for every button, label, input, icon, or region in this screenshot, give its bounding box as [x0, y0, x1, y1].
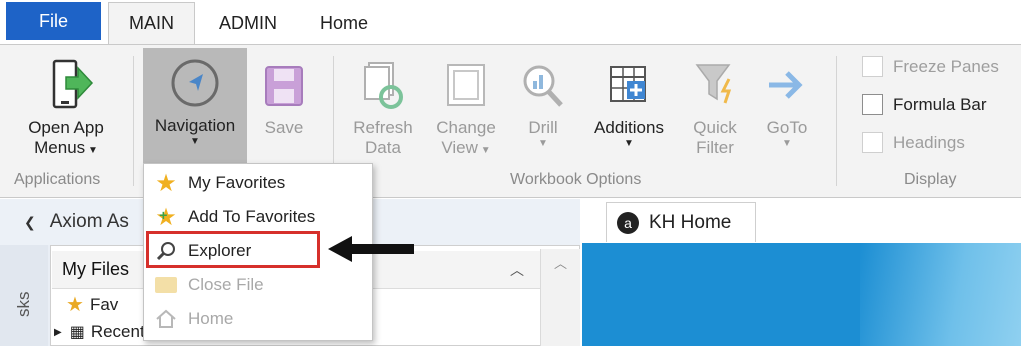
menu-item-add-to-favorites[interactable]: ★ + Add To Favorites [144, 200, 372, 234]
group-label-display: Display [904, 171, 957, 188]
axiom-logo-icon: a [617, 211, 639, 234]
formula-bar-checkbox[interactable]: Formula Bar [862, 94, 987, 115]
change-view-label-2: View [441, 138, 478, 157]
menu-item-label: Home [188, 309, 234, 328]
star-add-icon: ★ + [155, 203, 177, 231]
my-files-title: My Files [62, 259, 129, 279]
vertical-tab-strip: sks [0, 245, 48, 346]
tree-item-favorites[interactable]: ★ Fav [66, 292, 118, 317]
star-icon: ★ [66, 294, 84, 316]
save-label: Save [264, 118, 304, 137]
save-button[interactable]: Save [254, 56, 314, 138]
group-label-workbook-options: Workbook Options [510, 171, 642, 188]
quick-filter-button[interactable]: Quick Filter [678, 56, 752, 158]
open-app-menus-button[interactable]: Open App Menus ▼ [12, 56, 120, 158]
open-app-menus-label-1: Open App [28, 118, 104, 137]
menu-item-label: Add To Favorites [188, 207, 316, 226]
freeze-panes-checkbox[interactable]: Freeze Panes [862, 56, 999, 77]
goto-label: GoTo [766, 118, 808, 137]
scroll-up-icon[interactable]: ︿ [541, 253, 580, 272]
menu-item-label: My Favorites [188, 173, 286, 192]
table-add-icon [605, 56, 653, 114]
tab-main[interactable]: MAIN [108, 2, 195, 44]
funnel-icon [691, 56, 739, 114]
document-tab[interactable]: a KH Home [606, 202, 756, 242]
refresh-data-button[interactable]: Refresh Data [343, 56, 423, 158]
pane-title: Axiom As [49, 211, 129, 232]
refresh-label-1: Refresh [353, 118, 413, 137]
additions-button[interactable]: Additions ▼ [582, 56, 676, 150]
refresh-icon [359, 56, 407, 114]
goto-button[interactable]: GoTo ▼ [756, 56, 818, 150]
menu-item-home[interactable]: Home [144, 302, 372, 336]
tree-item-label: Fav [89, 294, 119, 314]
menu-item-label: Close File [188, 275, 264, 294]
tab-home[interactable]: Home [304, 2, 384, 44]
group-label-applications: Applications [14, 171, 101, 188]
vertical-tab-label[interactable]: sks [14, 292, 34, 318]
explorer-highlight-box [146, 231, 320, 268]
navigation-label: Navigation [154, 116, 236, 135]
document-banner [860, 243, 1021, 346]
quick-filter-label-1: Quick [693, 118, 737, 137]
folder-icon [144, 277, 188, 293]
expand-arrow-icon[interactable]: ▶ [54, 327, 62, 338]
compass-icon [167, 54, 223, 112]
refresh-label-2: Data [365, 138, 401, 157]
menu-item-close-file[interactable]: Close File [144, 268, 372, 302]
house-icon [144, 308, 188, 330]
floppy-disk-icon [262, 56, 306, 114]
navigation-button[interactable]: Navigation ▼ [143, 48, 247, 164]
scrollbar[interactable]: ︿ [540, 249, 580, 346]
document-tab-label: KH Home [649, 211, 732, 233]
tab-file[interactable]: File [6, 2, 101, 40]
collapse-chevron-icon[interactable]: ❮ [24, 214, 36, 231]
freeze-panes-label: Freeze Panes [893, 56, 999, 76]
pointer-arrow-icon [326, 234, 416, 269]
headings-label: Headings [893, 132, 965, 152]
collapse-up-icon[interactable]: ︿ [510, 260, 524, 280]
star-icon: ★ [155, 169, 177, 197]
drill-button[interactable]: Drill ▼ [512, 56, 574, 150]
open-app-icon [36, 56, 96, 114]
tree-item-recent[interactable]: ▶ ▦ Recent [54, 322, 145, 342]
magnifier-chart-icon [519, 56, 567, 114]
separator [836, 56, 837, 186]
drill-label: Drill [528, 118, 558, 137]
headings-checkbox[interactable]: Headings [862, 132, 965, 153]
change-view-icon [442, 56, 490, 114]
recent-icon: ▦ [69, 324, 85, 341]
separator [133, 56, 134, 186]
additions-label: Additions [594, 118, 664, 137]
tab-admin[interactable]: ADMIN [200, 2, 296, 44]
formula-bar-label: Formula Bar [893, 94, 987, 114]
menu-item-my-favorites[interactable]: ★ My Favorites [144, 166, 372, 200]
change-view-button[interactable]: Change View ▼ [425, 56, 507, 158]
tree-item-label: Recent [90, 322, 145, 341]
arrow-right-icon [763, 56, 811, 114]
change-view-label-1: Change [436, 118, 496, 137]
open-app-menus-label-2: Menus [34, 138, 86, 157]
chevron-down-icon: ▼ [190, 136, 200, 147]
quick-filter-label-2: Filter [696, 138, 734, 157]
